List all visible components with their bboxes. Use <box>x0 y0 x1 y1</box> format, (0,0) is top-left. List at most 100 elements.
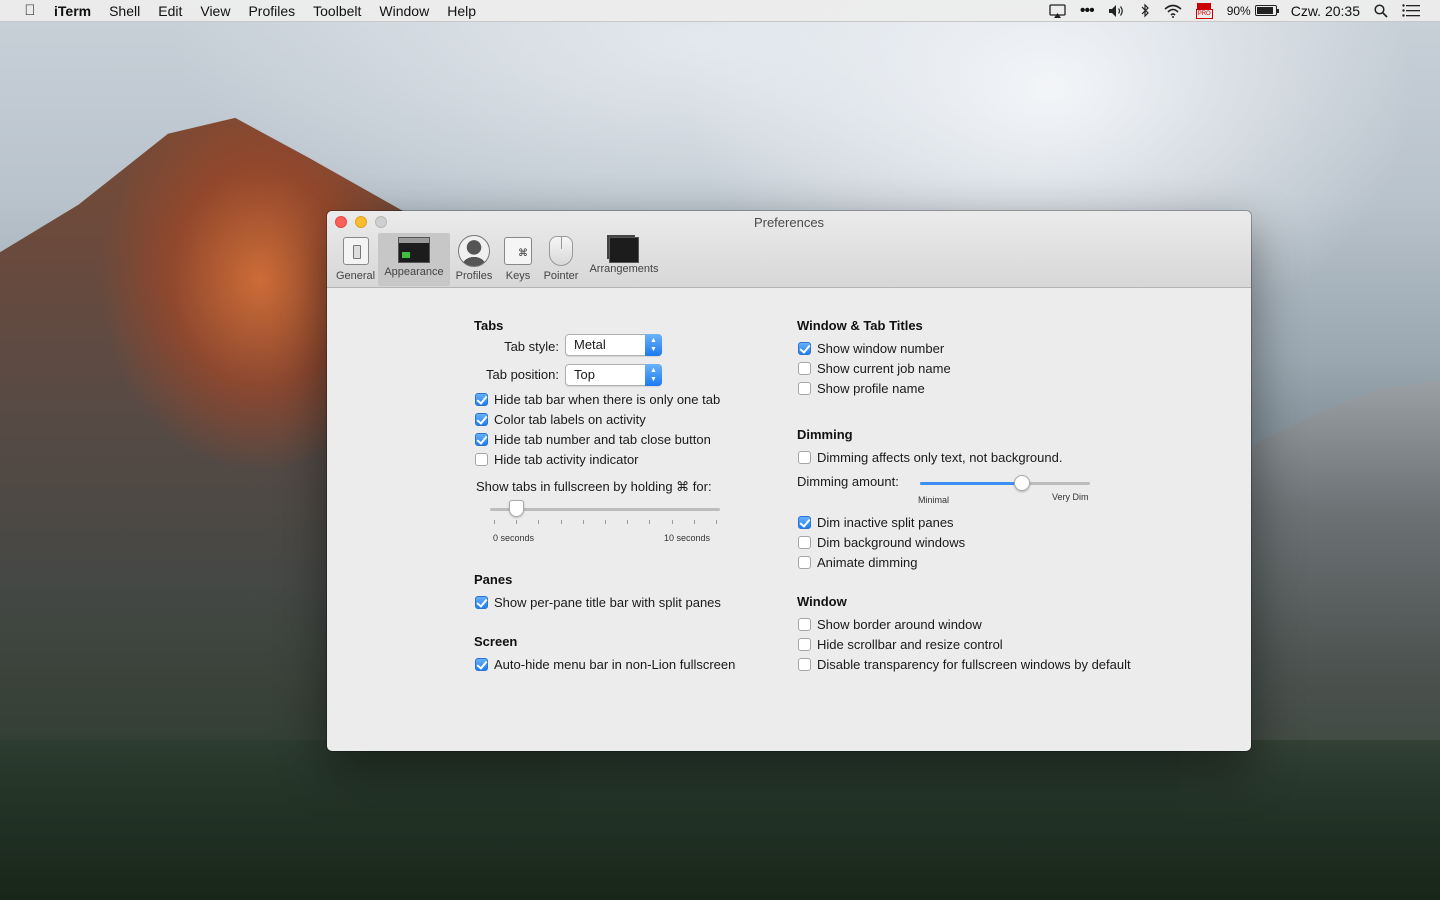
checkbox[interactable] <box>475 393 488 406</box>
spotlight-search-icon[interactable] <box>1374 3 1388 19</box>
option-label: Show border around window <box>817 617 982 632</box>
checkbox[interactable] <box>798 362 811 375</box>
option-animate-dimming[interactable]: Animate dimming <box>798 555 917 570</box>
option-dim-background-windows[interactable]: Dim background windows <box>798 535 965 550</box>
bluetooth-icon[interactable] <box>1140 3 1150 19</box>
window-tab-titles-section-title: Window & Tab Titles <box>797 318 923 333</box>
slider-tick <box>538 520 540 524</box>
checkbox[interactable] <box>798 342 811 355</box>
tab-arrangements[interactable]: Arrangements <box>584 233 664 286</box>
option-show-job-name[interactable]: Show current job name <box>798 361 951 376</box>
option-label: Hide tab number and tab close button <box>494 432 711 447</box>
checkbox[interactable] <box>798 658 811 671</box>
tab-pointer[interactable]: Pointer <box>538 233 584 286</box>
checkbox[interactable] <box>475 596 488 609</box>
apple-menu-icon[interactable]:  <box>20 2 40 19</box>
checkbox[interactable] <box>798 536 811 549</box>
option-auto-hide-menu-bar[interactable]: Auto-hide menu bar in non-Lion fullscree… <box>475 657 735 672</box>
option-dim-inactive-panes[interactable]: Dim inactive split panes <box>798 515 954 530</box>
option-hide-tab-bar[interactable]: Hide tab bar when there is only one tab <box>475 392 720 407</box>
battery-icon[interactable] <box>1254 5 1279 16</box>
slider-min-label: 0 seconds <box>493 533 535 543</box>
arrangements-windows-icon <box>609 237 639 263</box>
menu-app-name[interactable]: iTerm <box>54 3 91 19</box>
slider-tick <box>671 520 673 524</box>
volume-icon[interactable] <box>1108 3 1126 19</box>
slider-fill <box>920 482 1022 485</box>
option-show-border[interactable]: Show border around window <box>798 617 982 632</box>
battery-percent[interactable]: 90% <box>1227 3 1251 19</box>
option-per-pane-title-bar[interactable]: Show per-pane title bar with split panes <box>475 595 721 610</box>
option-color-tab-labels[interactable]: Color tab labels on activity <box>475 412 646 427</box>
slider-tick <box>693 520 695 524</box>
slider-tick <box>627 520 629 524</box>
pro-app-icon[interactable]: PRO <box>1195 2 1213 19</box>
tab-keys-label: Keys <box>505 270 531 282</box>
tab-general-label: General <box>335 270 376 282</box>
tab-general[interactable]: General <box>333 233 378 286</box>
option-label: Color tab labels on activity <box>494 412 646 427</box>
option-disable-transparency[interactable]: Disable transparency for fullscreen wind… <box>798 657 1131 672</box>
option-label: Disable transparency for fullscreen wind… <box>817 657 1131 672</box>
more-dots-icon[interactable]: ••• <box>1080 2 1095 19</box>
checkbox[interactable] <box>475 413 488 426</box>
tab-appearance[interactable]: Appearance <box>378 233 450 286</box>
option-show-window-number[interactable]: Show window number <box>798 341 944 356</box>
dimming-max-label: Very Dim <box>1052 492 1089 502</box>
dimming-min-label: Minimal <box>918 495 950 505</box>
checkbox[interactable] <box>798 618 811 631</box>
slider-track <box>490 508 720 511</box>
menu-shell[interactable]: Shell <box>109 3 140 19</box>
menu-bar-extras: ••• PRO 90% Czw. 20:35 <box>1035 2 1420 19</box>
menu-window[interactable]: Window <box>379 3 429 19</box>
option-label: Show per-pane title bar with split panes <box>494 595 721 610</box>
wifi-icon[interactable] <box>1164 3 1182 19</box>
screen-section-title: Screen <box>474 634 518 649</box>
wallpaper-forest <box>0 740 1440 900</box>
appearance-window-icon <box>398 237 430 263</box>
checkbox[interactable] <box>475 658 488 671</box>
appearance-pane: Tabs Tab style: Metal ▲ ▼ Tab position: T… <box>327 288 1251 751</box>
slider-tick <box>716 520 717 524</box>
tab-style-popup[interactable]: Metal ▲ ▼ <box>565 334 662 356</box>
option-dim-text-only[interactable]: Dimming affects only text, not backgroun… <box>798 450 1062 465</box>
window-section-title: Window <box>797 594 847 609</box>
slider-knob[interactable] <box>1014 475 1030 491</box>
option-label: Hide tab bar when there is only one tab <box>494 392 721 407</box>
notification-center-icon[interactable] <box>1402 3 1420 19</box>
checkbox[interactable] <box>475 433 488 446</box>
profile-user-icon <box>458 235 490 267</box>
slider-knob[interactable] <box>509 500 525 517</box>
checkbox[interactable] <box>798 382 811 395</box>
option-label: Auto-hide menu bar in non-Lion fullscree… <box>494 657 736 672</box>
preferences-window: Preferences General Appearance Profiles … <box>327 211 1251 751</box>
option-label: Dim inactive split panes <box>817 515 954 530</box>
option-hide-scrollbar[interactable]: Hide scrollbar and resize control <box>798 637 1003 652</box>
slider-tick <box>516 520 518 524</box>
checkbox[interactable] <box>798 451 811 464</box>
tab-profiles[interactable]: Profiles <box>450 233 498 286</box>
menu-view[interactable]: View <box>200 3 230 19</box>
tab-keys[interactable]: ⌘ Keys <box>498 233 538 286</box>
checkbox[interactable] <box>798 556 811 569</box>
menu-edit[interactable]: Edit <box>158 3 182 19</box>
fullscreen-tabs-label: Show tabs in fullscreen by holding ⌘ for… <box>476 479 712 494</box>
slider-max-label: 10 seconds <box>664 533 711 543</box>
checkbox[interactable] <box>798 516 811 529</box>
checkbox[interactable] <box>798 638 811 651</box>
menu-help[interactable]: Help <box>447 3 476 19</box>
menu-profiles[interactable]: Profiles <box>248 3 295 19</box>
tab-pointer-label: Pointer <box>543 270 579 282</box>
tab-position-popup[interactable]: Top ▲ ▼ <box>565 364 662 386</box>
dimming-amount-label: Dimming amount: <box>797 474 899 489</box>
option-hide-activity-indicator[interactable]: Hide tab activity indicator <box>475 452 639 467</box>
option-show-profile-name[interactable]: Show profile name <box>798 381 925 396</box>
airplay-icon[interactable] <box>1049 3 1066 19</box>
slider-tick <box>560 520 562 524</box>
menu-bar:  iTerm Shell Edit View Profiles Toolbel… <box>0 0 1440 22</box>
checkbox[interactable] <box>475 453 488 466</box>
menu-toolbelt[interactable]: Toolbelt <box>313 3 361 19</box>
popup-stepper-icon: ▲ ▼ <box>645 334 662 356</box>
clock[interactable]: Czw. 20:35 <box>1291 3 1360 19</box>
option-hide-tab-number[interactable]: Hide tab number and tab close button <box>475 432 711 447</box>
